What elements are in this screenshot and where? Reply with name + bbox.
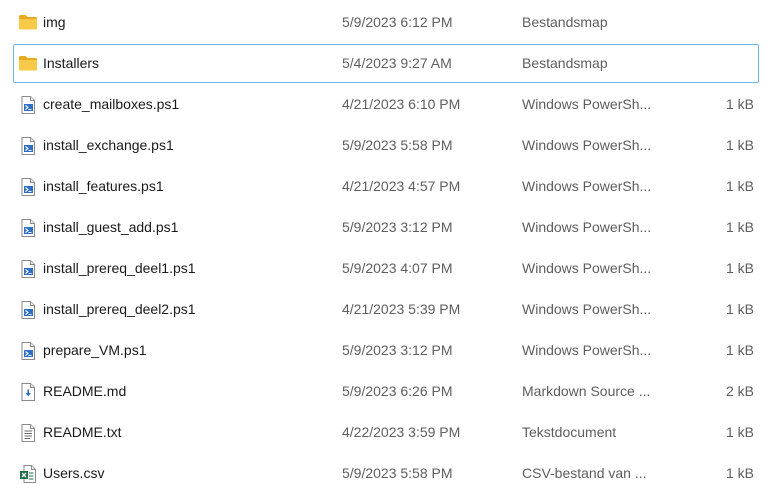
powershell-file-icon xyxy=(18,341,38,361)
file-type: Windows PowerSh... xyxy=(522,96,652,112)
file-name: install_features.ps1 xyxy=(43,178,164,194)
text-file-icon xyxy=(18,423,38,443)
file-size: 1 kB xyxy=(725,137,754,153)
file-name: prepare_VM.ps1 xyxy=(43,342,147,358)
folder-icon xyxy=(18,54,38,74)
file-size: 1 kB xyxy=(725,342,754,358)
file-date: 5/9/2023 4:07 PM xyxy=(342,260,453,276)
file-name: README.md xyxy=(43,383,127,399)
folder-icon xyxy=(18,13,38,33)
file-type: Tekstdocument xyxy=(522,424,617,440)
powershell-file-icon xyxy=(18,95,38,115)
file-type: Windows PowerSh... xyxy=(522,301,652,317)
powershell-file-icon xyxy=(18,259,38,279)
file-type: Bestandsmap xyxy=(522,55,608,71)
file-row-install-guest-add[interactable]: install_guest_add.ps1 5/9/2023 3:12 PM W… xyxy=(13,208,759,247)
file-date: 4/21/2023 6:10 PM xyxy=(342,96,461,112)
markdown-file-icon xyxy=(18,382,38,402)
file-type: Windows PowerSh... xyxy=(522,260,652,276)
excel-csv-file-icon xyxy=(18,464,38,484)
file-name: install_exchange.ps1 xyxy=(43,137,174,153)
file-size: 1 kB xyxy=(725,219,754,235)
file-date: 5/9/2023 3:12 PM xyxy=(342,219,453,235)
file-date: 5/4/2023 9:27 AM xyxy=(342,55,452,71)
file-name: install_guest_add.ps1 xyxy=(43,219,179,235)
file-type: Markdown Source ... xyxy=(522,383,651,399)
file-row-readme-txt[interactable]: README.txt 4/22/2023 3:59 PM Tekstdocume… xyxy=(13,413,759,452)
file-size: 1 kB xyxy=(725,424,754,440)
file-row-users-csv[interactable]: Users.csv 5/9/2023 5:58 PM CSV-bestand v… xyxy=(13,454,759,493)
file-type: Windows PowerSh... xyxy=(522,137,652,153)
file-size: 2 kB xyxy=(725,383,754,399)
powershell-file-icon xyxy=(18,136,38,156)
file-name: create_mailboxes.ps1 xyxy=(43,96,180,112)
file-type: Windows PowerSh... xyxy=(522,219,652,235)
file-date: 4/22/2023 3:59 PM xyxy=(342,424,461,440)
file-name: install_prereq_deel2.ps1 xyxy=(43,301,196,317)
file-type: CSV-bestand van ... xyxy=(522,465,647,481)
file-date: 4/21/2023 5:39 PM xyxy=(342,301,461,317)
file-row-install-prereq-deel2[interactable]: install_prereq_deel2.ps1 4/21/2023 5:39 … xyxy=(13,290,759,329)
file-row-prepare-vm[interactable]: prepare_VM.ps1 5/9/2023 3:12 PM Windows … xyxy=(13,331,759,370)
powershell-file-icon xyxy=(18,218,38,238)
file-size: 1 kB xyxy=(725,178,754,194)
file-size: 1 kB xyxy=(725,260,754,276)
file-name: Installers xyxy=(43,55,100,71)
file-type: Windows PowerSh... xyxy=(522,178,652,194)
file-size: 1 kB xyxy=(725,96,754,112)
file-size: 1 kB xyxy=(725,301,754,317)
file-type: Bestandsmap xyxy=(522,14,608,30)
file-date: 5/9/2023 6:26 PM xyxy=(342,383,453,399)
file-date: 5/9/2023 5:58 PM xyxy=(342,137,453,153)
file-name: Users.csv xyxy=(43,465,105,481)
file-list: img 5/9/2023 6:12 PM Bestandsmap Install… xyxy=(0,3,767,495)
file-row-install-prereq-deel1[interactable]: install_prereq_deel1.ps1 5/9/2023 4:07 P… xyxy=(13,249,759,288)
file-row-install-features[interactable]: install_features.ps1 4/21/2023 4:57 PM W… xyxy=(13,167,759,206)
file-name: img xyxy=(43,14,66,30)
file-row-create-mailboxes[interactable]: create_mailboxes.ps1 4/21/2023 6:10 PM W… xyxy=(13,85,759,124)
file-row-install-exchange[interactable]: install_exchange.ps1 5/9/2023 5:58 PM Wi… xyxy=(13,126,759,165)
file-row-installers[interactable]: Installers 5/4/2023 9:27 AM Bestandsmap xyxy=(13,44,759,83)
file-size: 1 kB xyxy=(725,465,754,481)
powershell-file-icon xyxy=(18,300,38,320)
file-name: README.txt xyxy=(43,424,122,440)
file-date: 4/21/2023 4:57 PM xyxy=(342,178,461,194)
powershell-file-icon xyxy=(18,177,38,197)
file-date: 5/9/2023 3:12 PM xyxy=(342,342,453,358)
file-date: 5/9/2023 6:12 PM xyxy=(342,14,453,30)
file-row-img[interactable]: img 5/9/2023 6:12 PM Bestandsmap xyxy=(13,3,759,42)
file-row-readme-md[interactable]: README.md 5/9/2023 6:26 PM Markdown Sour… xyxy=(13,372,759,411)
file-name: install_prereq_deel1.ps1 xyxy=(43,260,196,276)
file-type: Windows PowerSh... xyxy=(522,342,652,358)
file-date: 5/9/2023 5:58 PM xyxy=(342,465,453,481)
